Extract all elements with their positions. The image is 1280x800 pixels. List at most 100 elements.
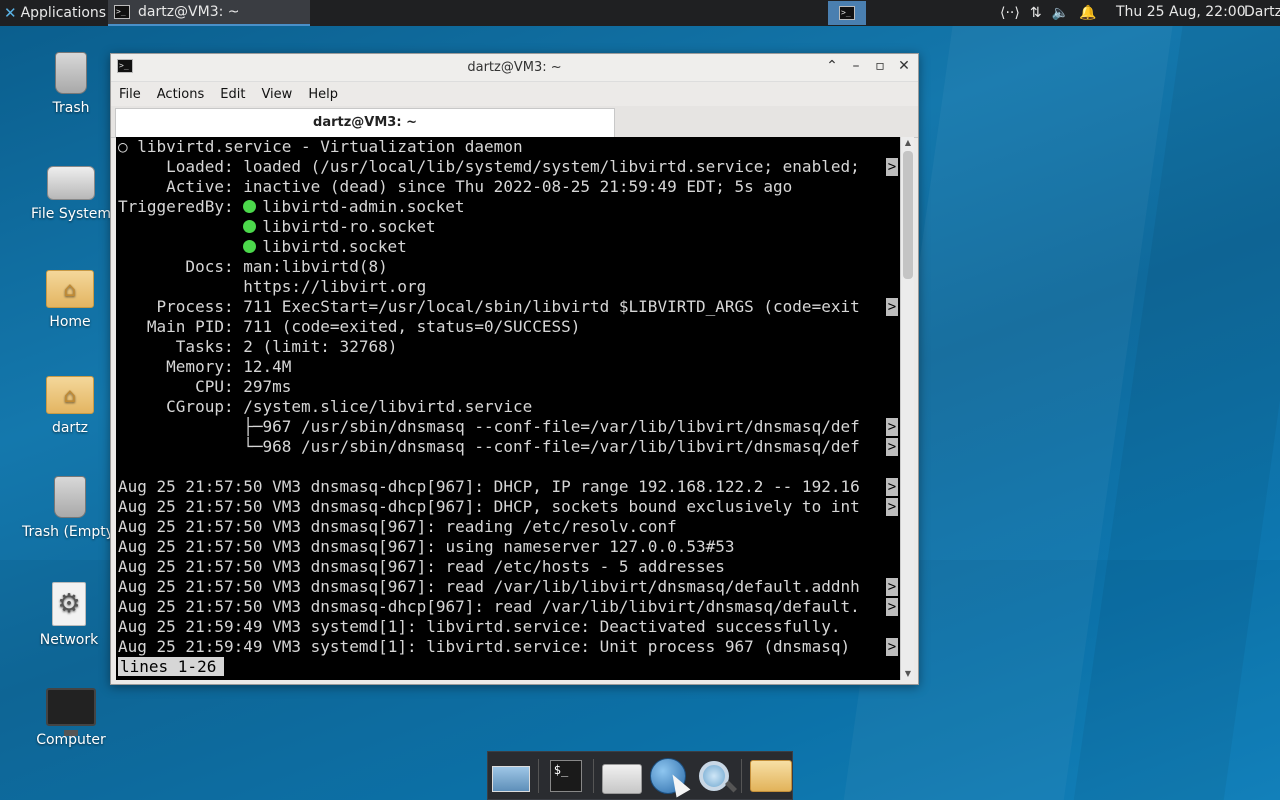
home-folder-icon bbox=[601, 763, 642, 794]
scroll-thumb[interactable] bbox=[903, 151, 913, 279]
terminal-line-text: CPU: 297ms bbox=[118, 377, 292, 396]
terminal-line-text: Aug 25 21:57:50 VM3 dnsmasq[967]: using … bbox=[118, 537, 735, 556]
terminal-output[interactable]: ○ libvirtd.service - Virtualization daem… bbox=[116, 137, 900, 680]
terminal-scrollbar[interactable]: ▲ ▼ bbox=[900, 137, 914, 680]
truncation-marker: > bbox=[886, 498, 898, 516]
window-controls: ⌃ – ▫ ✕ bbox=[824, 58, 912, 74]
trash-icon bbox=[55, 52, 87, 94]
applications-menu[interactable]: ✕ Applications bbox=[0, 0, 108, 26]
terminal-line-text: Aug 25 21:57:50 VM3 dnsmasq[967]: readin… bbox=[118, 517, 677, 536]
pager-status-text: lines 1-26 bbox=[118, 657, 225, 676]
desktop-icon-label: Trash (Empty) bbox=[22, 524, 120, 540]
terminal-line: Active: inactive (dead) since Thu 2022-0… bbox=[116, 177, 900, 197]
truncation-marker: > bbox=[886, 598, 898, 616]
window-title: dartz@VM3: ~ bbox=[467, 60, 562, 75]
socket-name: libvirtd.socket bbox=[262, 237, 407, 256]
terminal-line: CGroup: /system.slice/libvirtd.service bbox=[116, 397, 900, 417]
menu-view[interactable]: View bbox=[261, 87, 292, 102]
terminal-line-text: ├─967 /usr/sbin/dnsmasq --conf-file=/var… bbox=[118, 417, 860, 436]
active-socket-dot-icon bbox=[243, 200, 257, 213]
truncation-marker: > bbox=[886, 418, 898, 436]
minimize-button[interactable]: – bbox=[848, 58, 864, 74]
system-tray: ⟨··⟩ ⇅ 🔈 🔔 bbox=[1000, 0, 1096, 26]
volume-icon[interactable]: 🔈 bbox=[1052, 5, 1069, 21]
terminal-icon: $_ bbox=[549, 759, 582, 792]
dock: $_ bbox=[487, 751, 793, 800]
terminal-line: Aug 25 21:57:50 VM3 dnsmasq-dhcp[967]: D… bbox=[116, 477, 900, 497]
terminal-icon: >_ bbox=[114, 5, 130, 19]
dock-separator bbox=[592, 758, 594, 793]
terminal-line: Aug 25 21:57:50 VM3 dnsmasq-dhcp[967]: r… bbox=[116, 597, 900, 617]
monitor-icon bbox=[46, 688, 96, 736]
desktop-icon-label: dartz bbox=[51, 420, 89, 436]
desktop-icon-trash-empty[interactable]: Trash (Empty) bbox=[22, 476, 120, 540]
desktop-icon-dartz[interactable]: dartz bbox=[24, 370, 116, 436]
terminal-line-text: Aug 25 21:59:49 VM3 systemd[1]: libvirtd… bbox=[118, 637, 860, 656]
dock-terminal[interactable]: $_ bbox=[547, 756, 585, 796]
scroll-up-arrow[interactable]: ▲ bbox=[901, 137, 915, 149]
terminal-line: Aug 25 21:57:50 VM3 dnsmasq[967]: read /… bbox=[116, 577, 900, 597]
drive-icon bbox=[47, 166, 95, 200]
socket-name: libvirtd-admin.socket bbox=[262, 197, 465, 216]
terminal-line-text bbox=[118, 217, 243, 236]
menu-help[interactable]: Help bbox=[308, 87, 338, 102]
maximize-button[interactable]: ▫ bbox=[872, 58, 888, 74]
home-folder-icon bbox=[46, 270, 94, 308]
terminal-line-text: Process: 711 ExecStart=/usr/local/sbin/l… bbox=[118, 297, 860, 316]
dock-show-desktop[interactable] bbox=[492, 756, 530, 796]
transfer-arrows-icon[interactable]: ⇅ bbox=[1030, 5, 1042, 21]
terminal-line: ├─967 /usr/sbin/dnsmasq --conf-file=/var… bbox=[116, 417, 900, 437]
terminal-line: Tasks: 2 (limit: 32768) bbox=[116, 337, 900, 357]
close-button[interactable]: ✕ bbox=[896, 58, 912, 74]
terminal-line-text: Memory: 12.4M bbox=[118, 357, 292, 376]
home-folder-icon bbox=[46, 376, 94, 414]
truncation-marker: > bbox=[886, 298, 898, 316]
dock-app-finder[interactable] bbox=[695, 756, 733, 796]
terminal-line-text: Docs: man:libvirtd(8) bbox=[118, 257, 388, 276]
socket-name: libvirtd-ro.socket bbox=[262, 217, 436, 236]
user-menu[interactable]: Dartz bbox=[1244, 4, 1280, 20]
terminal-line: └─968 /usr/sbin/dnsmasq --conf-file=/var… bbox=[116, 437, 900, 457]
terminal-line: Aug 25 21:57:50 VM3 dnsmasq-dhcp[967]: D… bbox=[116, 497, 900, 517]
terminal-line-text: Aug 25 21:57:50 VM3 dnsmasq-dhcp[967]: r… bbox=[118, 597, 860, 616]
terminal-line-text: Aug 25 21:57:50 VM3 dnsmasq[967]: read /… bbox=[118, 577, 860, 596]
tab-terminal[interactable]: dartz@VM3: ~ bbox=[115, 108, 615, 138]
taskbar-terminal-button[interactable]: >_ dartz@VM3: ~ bbox=[108, 0, 310, 26]
terminal-line-text: Aug 25 21:59:49 VM3 systemd[1]: libvirtd… bbox=[118, 617, 841, 636]
terminal-line-text bbox=[118, 237, 243, 256]
dock-separator bbox=[741, 758, 743, 793]
desktop-icon-network[interactable]: ⚙ Network bbox=[23, 582, 115, 648]
network-icon[interactable]: ⟨··⟩ bbox=[1000, 5, 1020, 21]
notification-bell-icon[interactable]: 🔔 bbox=[1079, 5, 1096, 21]
terminal-line: Main PID: 711 (code=exited, status=0/SUC… bbox=[116, 317, 900, 337]
menu-actions[interactable]: Actions bbox=[157, 87, 205, 102]
terminal-line: Aug 25 21:59:49 VM3 systemd[1]: libvirtd… bbox=[116, 637, 900, 657]
terminal-line: TriggeredBy: libvirtd-admin.socket bbox=[116, 197, 900, 217]
dock-home-folder[interactable] bbox=[601, 756, 642, 796]
terminal-line: Memory: 12.4M bbox=[116, 357, 900, 377]
terminal-line: Aug 25 21:57:50 VM3 dnsmasq[967]: read /… bbox=[116, 557, 900, 577]
panel-terminal-launcher[interactable]: >_ bbox=[828, 1, 866, 25]
menu-edit[interactable]: Edit bbox=[220, 87, 245, 102]
folder-icon bbox=[750, 759, 793, 792]
desktop-icon-trash[interactable]: Trash bbox=[25, 52, 117, 116]
desktop-icon-home[interactable]: Home bbox=[24, 264, 116, 330]
terminal-line-text: Aug 25 21:57:50 VM3 dnsmasq-dhcp[967]: D… bbox=[118, 477, 860, 496]
desktop-icon-label: File System bbox=[30, 206, 112, 222]
truncation-marker: > bbox=[886, 478, 898, 496]
dock-separator bbox=[538, 758, 539, 793]
dock-file-manager[interactable] bbox=[750, 756, 793, 796]
desktop-icon-computer[interactable]: Computer bbox=[25, 688, 117, 748]
shade-button[interactable]: ⌃ bbox=[824, 58, 840, 74]
desktop-icon-file-system[interactable]: File System bbox=[25, 158, 117, 222]
window-titlebar[interactable]: >_ dartz@VM3: ~ ⌃ – ▫ ✕ bbox=[111, 54, 918, 82]
menu-bar: File Actions Edit View Help bbox=[111, 82, 918, 106]
terminal-line-text: Aug 25 21:57:50 VM3 dnsmasq-dhcp[967]: D… bbox=[118, 497, 860, 516]
terminal-line: ○ libvirtd.service - Virtualization daem… bbox=[116, 137, 900, 157]
scroll-down-arrow[interactable]: ▼ bbox=[901, 668, 915, 680]
clock[interactable]: Thu 25 Aug, 22:00 bbox=[1116, 4, 1246, 20]
truncation-marker: > bbox=[886, 158, 898, 176]
terminal-line-text: Aug 25 21:57:50 VM3 dnsmasq[967]: read /… bbox=[118, 557, 725, 576]
menu-file[interactable]: File bbox=[119, 87, 141, 102]
